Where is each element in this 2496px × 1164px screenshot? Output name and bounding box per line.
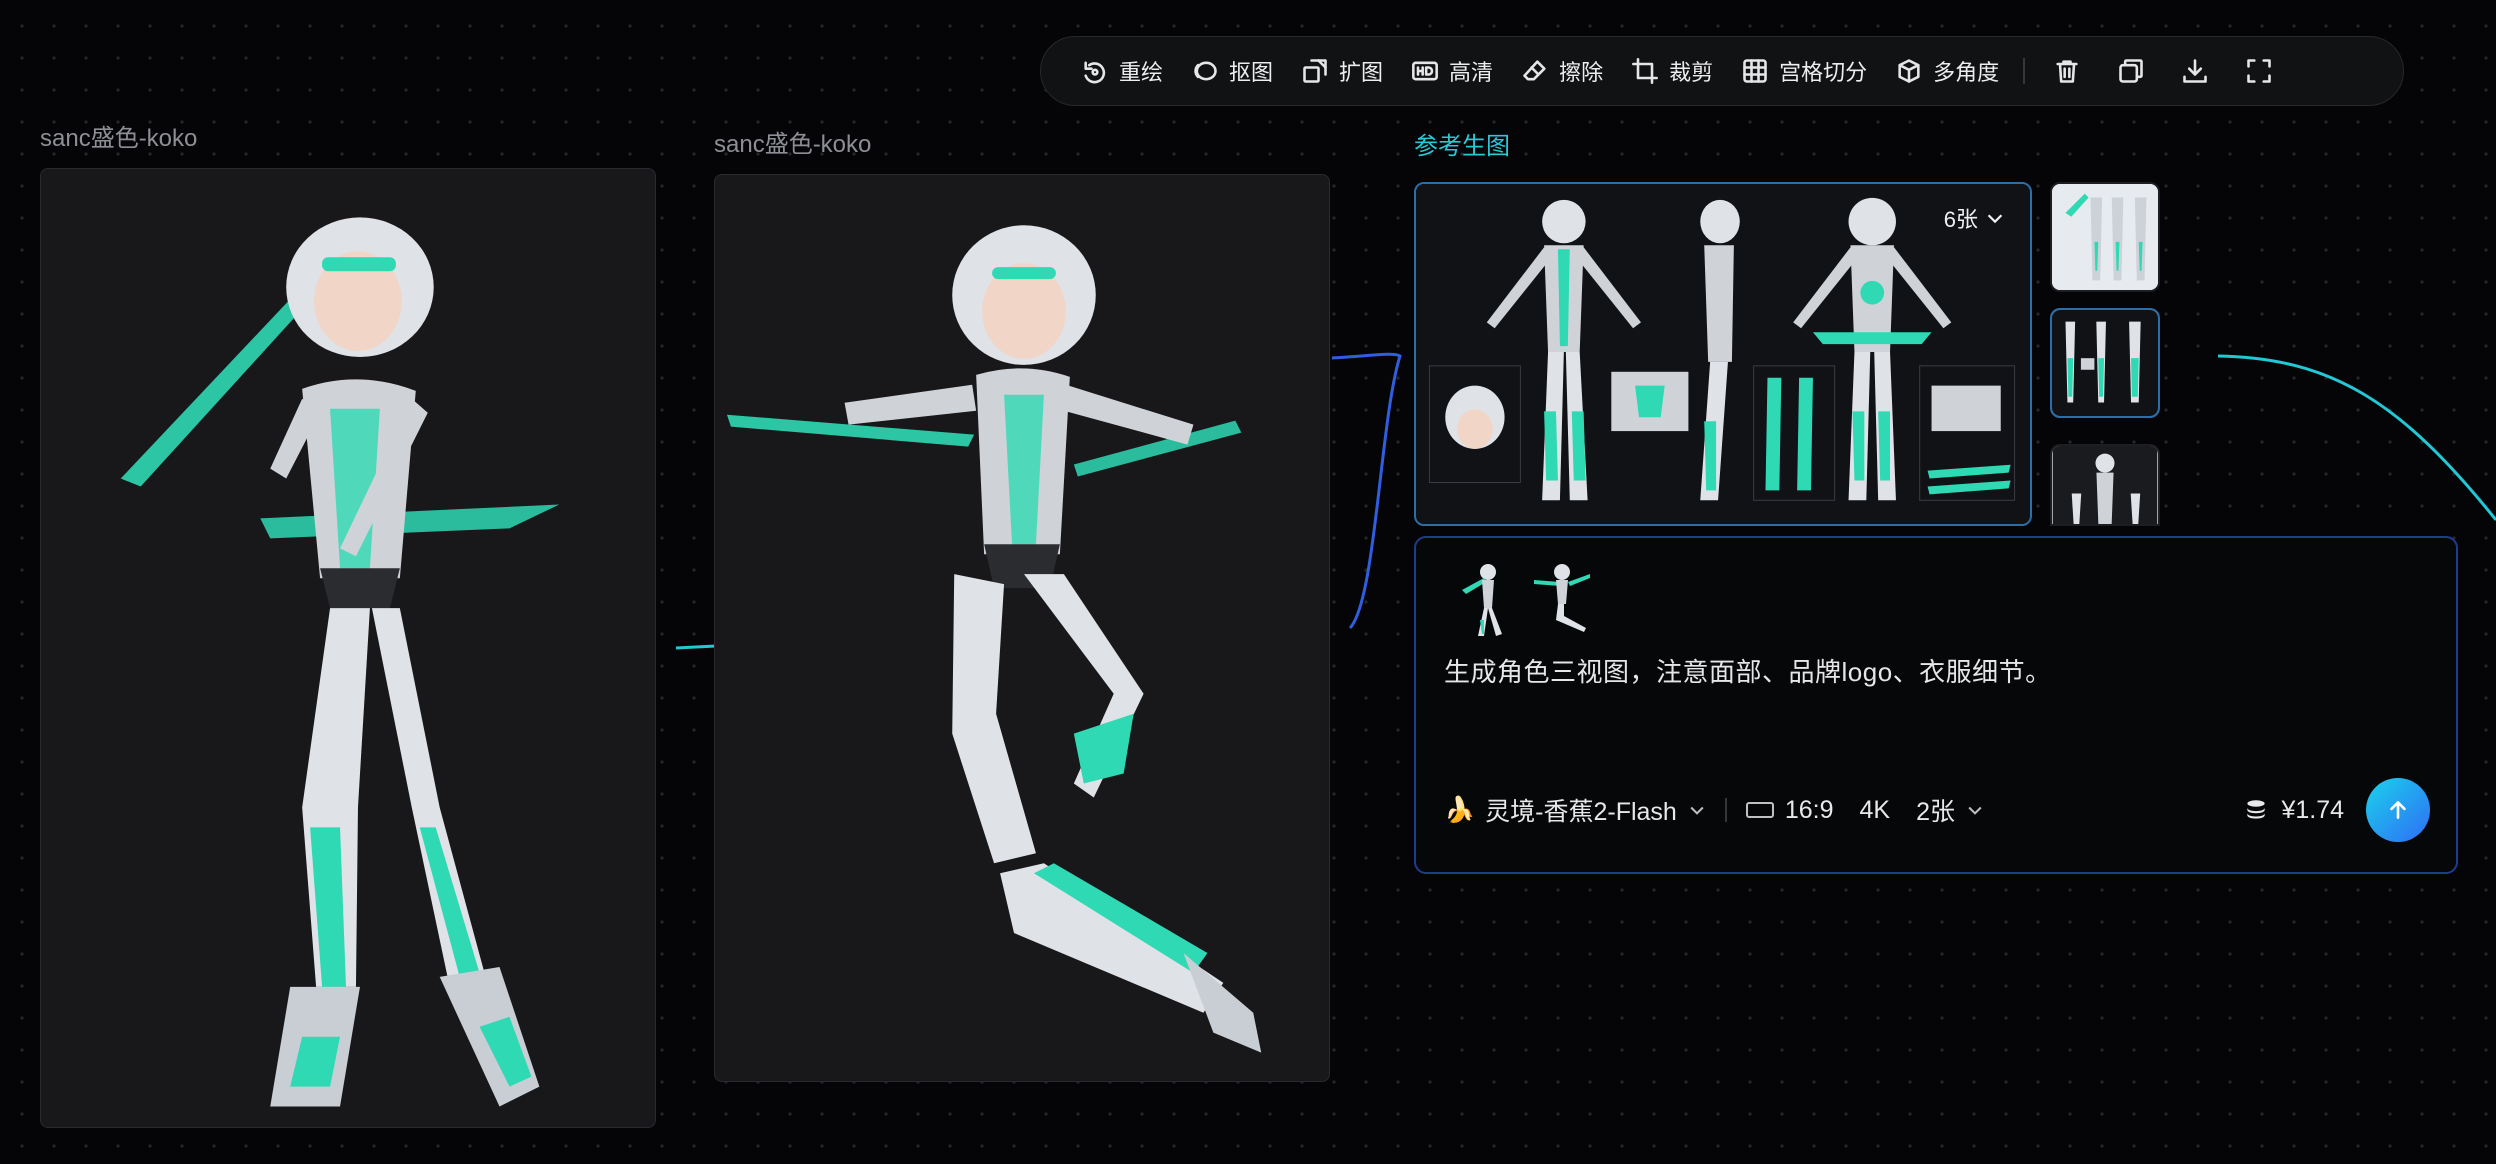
reference-thumbnail-2[interactable] (2050, 308, 2160, 418)
delete-button[interactable] (2035, 46, 2099, 96)
crop-button[interactable]: 裁剪 (1617, 46, 1727, 96)
duplicate-button[interactable] (2099, 46, 2163, 96)
reference-thumbnail-1[interactable] (2050, 182, 2160, 292)
download-button[interactable] (2163, 46, 2227, 96)
prompt-options-bar: 🍌 灵境-香蕉2-Flash 16:9 4K 2张 ¥1.74 (1444, 778, 2430, 842)
grid-split-button[interactable]: 宫格切分 (1727, 46, 1881, 96)
character-illustration-2 (726, 225, 1262, 1053)
toolbar-divider (2023, 58, 2026, 84)
crop-icon (1632, 58, 1659, 84)
duplicate-icon (2119, 59, 2143, 83)
thumbnail-illustration-3 (2052, 446, 2158, 524)
download-icon (2183, 59, 2207, 83)
grid-split-icon (1743, 59, 1767, 83)
generation-settings-selector[interactable]: 16:9 4K 2张 (1745, 792, 1985, 828)
reference-chip-2[interactable] (1532, 560, 1592, 638)
redraw-icon (1084, 61, 1106, 84)
character-image-2[interactable] (714, 174, 1330, 1082)
reference-thumbnail-3[interactable] (2050, 444, 2160, 526)
expand-icon (1303, 59, 1327, 83)
model-selector[interactable]: 🍌 灵境-香蕉2-Flash (1444, 792, 1707, 828)
node-label-reference: 参考生图 (1414, 133, 1510, 160)
model-name: 灵境-香蕉2-Flash (1485, 798, 1677, 826)
chevron-down-icon (1987, 214, 2003, 224)
aspect-ratio-icon (1745, 802, 1774, 818)
character-illustration-1 (120, 217, 560, 1107)
image-toolbar: 重绘 抠图 扩图 高清 擦除 裁剪 宫格切分 多角度 (1040, 36, 2404, 106)
node-label-image2: sanc盛色-koko (714, 131, 872, 158)
delete-icon (2056, 60, 2078, 83)
banana-icon: 🍌 (1444, 795, 1476, 824)
chevron-down-icon (1690, 806, 1704, 815)
thumbnail-illustration-1 (2052, 184, 2158, 290)
multi-angle-icon (1898, 59, 1920, 83)
fullscreen-button[interactable] (2227, 46, 2291, 96)
reference-chip-illustration-2 (1534, 564, 1590, 632)
multi-angle-button[interactable]: 多角度 (1881, 46, 2013, 96)
cost-display: ¥1.74 (2243, 796, 2344, 825)
prompt-panel: 生成角色三视图，注意面部、品牌logo、衣服细节。 🍌 灵境-香蕉2-Flash… (1414, 536, 2458, 874)
cost-value: ¥1.74 (2281, 795, 2344, 824)
options-divider (1724, 798, 1727, 822)
eraser-button[interactable]: 擦除 (1507, 46, 1617, 96)
reference-sheet-image[interactable]: 6张 (1414, 182, 2032, 526)
fullscreen-icon (2247, 59, 2271, 83)
turnaround-sheet-illustration (1417, 184, 2029, 524)
eraser-icon (1523, 60, 1546, 81)
image-count-value: 2张 (1916, 798, 1955, 826)
arrow-up-icon (2390, 801, 2406, 819)
chevron-down-icon (1968, 806, 1982, 815)
send-button[interactable] (2366, 778, 2430, 842)
hd-icon (1412, 61, 1438, 81)
character-image-1[interactable] (40, 168, 656, 1128)
expand-button[interactable]: 扩图 (1287, 46, 1397, 96)
node-label-image1: sanc盛色-koko (40, 125, 198, 152)
aspect-ratio-value: 16:9 (1784, 795, 1834, 824)
hd-button[interactable]: 高清 (1397, 46, 1507, 96)
prompt-text[interactable]: 生成角色三视图，注意面部、品牌logo、衣服细节。 (1444, 652, 2052, 689)
resolution-value: 4K (1859, 795, 1891, 824)
thumbnail-illustration-2 (2052, 310, 2158, 416)
image-count-dropdown[interactable]: 6张 (1944, 202, 2006, 234)
redraw-button[interactable]: 重绘 (1067, 46, 1177, 96)
coins-icon (2247, 800, 2266, 819)
reference-chip-illustration-1 (1462, 564, 1502, 636)
cutout-button[interactable]: 抠图 (1177, 46, 1287, 96)
reference-chip-1[interactable] (1458, 560, 1518, 638)
cutout-icon (1194, 61, 1217, 81)
